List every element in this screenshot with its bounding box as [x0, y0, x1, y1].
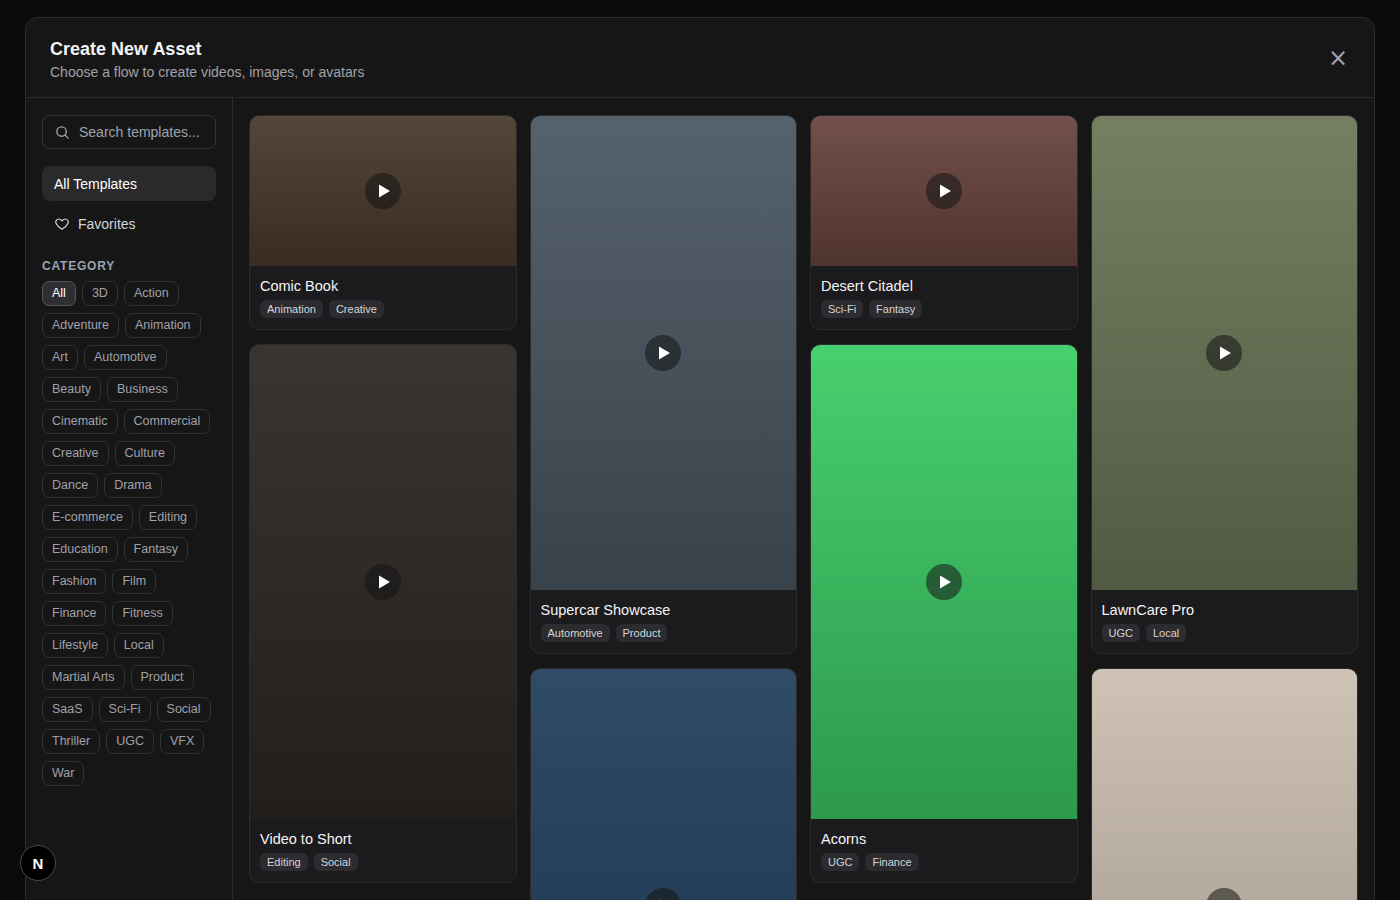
- template-preview: [811, 345, 1077, 819]
- category-chip[interactable]: UGC: [106, 729, 154, 754]
- card-tag: Animation: [260, 300, 323, 318]
- template-preview: [250, 345, 516, 819]
- template-card[interactable]: [530, 668, 798, 900]
- card-title: LawnCare Pro: [1102, 600, 1348, 620]
- category-chip[interactable]: Automotive: [84, 345, 167, 370]
- play-icon[interactable]: [365, 564, 401, 600]
- play-icon[interactable]: [645, 888, 681, 900]
- dev-badge[interactable]: N: [20, 845, 56, 881]
- sidebar: Search templates... All Templates Favorite…: [26, 98, 233, 900]
- category-chip[interactable]: Business: [107, 377, 178, 402]
- card-tag: Editing: [260, 853, 308, 871]
- category-chip[interactable]: Film: [112, 569, 156, 594]
- category-chip[interactable]: Sci-Fi: [99, 697, 151, 722]
- card-tag: Automotive: [541, 624, 610, 642]
- template-card[interactable]: [1091, 668, 1359, 900]
- template-preview: [811, 116, 1077, 266]
- dialog-subtitle: Choose a flow to create videos, images, …: [50, 64, 364, 80]
- card-title: Desert Citadel: [821, 276, 1067, 296]
- category-chip[interactable]: Product: [131, 665, 194, 690]
- card-tag: Local: [1146, 624, 1186, 642]
- template-preview: [531, 116, 797, 590]
- category-chip[interactable]: All: [42, 281, 76, 306]
- card-title: Supercar Showcase: [541, 600, 787, 620]
- category-chip[interactable]: Dance: [42, 473, 98, 498]
- page: Create New Asset Choose a flow to create …: [0, 0, 1400, 900]
- dialog-title: Create New Asset: [50, 37, 364, 61]
- category-chip[interactable]: Action: [124, 281, 179, 306]
- category-chip[interactable]: Local: [114, 633, 164, 658]
- category-chip[interactable]: E-commerce: [42, 505, 133, 530]
- category-chip[interactable]: Fitness: [112, 601, 172, 626]
- template-card[interactable]: Supercar Showcase Automotive Product: [530, 115, 798, 654]
- category-chip[interactable]: Editing: [139, 505, 197, 530]
- create-asset-dialog: Create New Asset Choose a flow to create …: [25, 17, 1375, 900]
- dialog-header: Create New Asset Choose a flow to create …: [26, 18, 1374, 98]
- template-preview: [1092, 669, 1358, 900]
- template-preview: [1092, 116, 1358, 590]
- card-tag: Fantasy: [869, 300, 922, 318]
- template-card[interactable]: Acorns UGC Finance: [810, 344, 1078, 883]
- template-preview: [250, 116, 516, 266]
- play-icon[interactable]: [1206, 888, 1242, 900]
- category-chip[interactable]: VFX: [160, 729, 204, 754]
- search-field[interactable]: Search templates...: [42, 115, 216, 149]
- category-chip[interactable]: Beauty: [42, 377, 101, 402]
- play-icon[interactable]: [645, 335, 681, 371]
- template-grid: Comic Book Animation Creative Video to Shor…: [233, 98, 1374, 900]
- category-chip[interactable]: SaaS: [42, 697, 93, 722]
- card-tag: UGC: [1102, 624, 1140, 642]
- category-chip[interactable]: Culture: [115, 441, 175, 466]
- category-chip[interactable]: Creative: [42, 441, 109, 466]
- category-chip[interactable]: Cinematic: [42, 409, 118, 434]
- category-chip[interactable]: Finance: [42, 601, 106, 626]
- play-icon[interactable]: [926, 173, 962, 209]
- nav-item[interactable]: Favorites: [42, 206, 216, 241]
- template-card[interactable]: Desert Citadel Sci-Fi Fantasy: [810, 115, 1078, 330]
- template-preview: [531, 669, 797, 900]
- category-label: CATEGORY: [42, 259, 216, 273]
- category-chip[interactable]: Thriller: [42, 729, 100, 754]
- card-tag: Creative: [329, 300, 384, 318]
- card-tag: Finance: [865, 853, 918, 871]
- search-icon: [55, 125, 70, 140]
- category-chip[interactable]: Adventure: [42, 313, 119, 338]
- category-chip[interactable]: Art: [42, 345, 78, 370]
- card-title: Acorns: [821, 829, 1067, 849]
- card-tag: Sci-Fi: [821, 300, 863, 318]
- play-icon[interactable]: [926, 564, 962, 600]
- category-chip[interactable]: Education: [42, 537, 118, 562]
- template-card[interactable]: Video to Short Editing Social: [249, 344, 517, 883]
- category-chip[interactable]: Fashion: [42, 569, 106, 594]
- category-chip[interactable]: 3D: [82, 281, 118, 306]
- category-chip[interactable]: Drama: [104, 473, 162, 498]
- card-tag: UGC: [821, 853, 859, 871]
- play-icon[interactable]: [1206, 335, 1242, 371]
- card-title: Comic Book: [260, 276, 506, 296]
- template-card[interactable]: LawnCare Pro UGC Local: [1091, 115, 1359, 654]
- nav-item[interactable]: All Templates: [42, 166, 216, 201]
- category-chip[interactable]: War: [42, 761, 84, 786]
- card-title: Video to Short: [260, 829, 506, 849]
- category-chip[interactable]: Commercial: [124, 409, 211, 434]
- category-chip[interactable]: Social: [157, 697, 211, 722]
- category-chip[interactable]: Martial Arts: [42, 665, 125, 690]
- template-card[interactable]: Comic Book Animation Creative: [249, 115, 517, 330]
- card-tag: Social: [314, 853, 358, 871]
- category-chip[interactable]: Fantasy: [124, 537, 188, 562]
- card-tag: Product: [616, 624, 668, 642]
- play-icon[interactable]: [365, 173, 401, 209]
- close-button[interactable]: ×: [1328, 46, 1348, 70]
- category-chip[interactable]: Animation: [125, 313, 201, 338]
- category-chip[interactable]: Lifestyle: [42, 633, 108, 658]
- heart-icon: [54, 216, 70, 232]
